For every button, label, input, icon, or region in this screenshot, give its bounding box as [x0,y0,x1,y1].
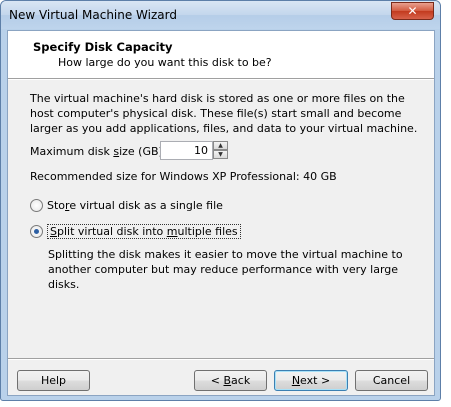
page-subtitle: How large do you want this disk to be? [58,56,272,69]
window-title: New Virtual Machine Wizard [9,8,177,22]
back-button[interactable]: < Back [194,370,267,391]
radio-split-files[interactable]: Split virtual disk into multiple files [30,224,241,239]
dialog-client-area: Specify Disk Capacity How large do you w… [7,30,435,396]
cancel-button[interactable]: Cancel [355,370,428,391]
next-button[interactable]: Next > [274,370,348,391]
split-help-text: Splitting the disk makes it easier to mo… [48,248,403,291]
header-divider [8,78,434,80]
title-bar[interactable]: New Virtual Machine Wizard ✕ [1,1,440,29]
radio-button-selected[interactable] [30,225,43,238]
spin-down-icon[interactable]: ▼ [213,150,228,159]
radio-single-file[interactable]: Store virtual disk as a single file [30,199,223,212]
max-size-spinner[interactable]: ▲ ▼ [213,141,228,160]
recommended-size-text: Recommended size for Windows XP Professi… [30,170,337,183]
spin-up-icon[interactable]: ▲ [213,141,228,150]
close-button[interactable]: ✕ [391,2,434,20]
close-icon: ✕ [407,4,418,18]
wizard-window: New Virtual Machine Wizard ✕ Specify Dis… [0,0,441,401]
help-button[interactable]: Help [17,370,90,391]
max-size-label: Maximum disk size (GB): [30,145,167,158]
max-size-input[interactable] [160,141,213,160]
radio-single-file-label: Store virtual disk as a single file [47,199,223,212]
page-title: Specify Disk Capacity [33,40,173,54]
radio-button[interactable] [30,199,43,212]
radio-split-files-label: Split virtual disk into multiple files [47,224,241,239]
disk-description: The virtual machine's hard disk is store… [30,92,418,135]
wizard-header: Specify Disk Capacity How large do you w… [8,31,434,78]
footer-divider [8,358,434,360]
